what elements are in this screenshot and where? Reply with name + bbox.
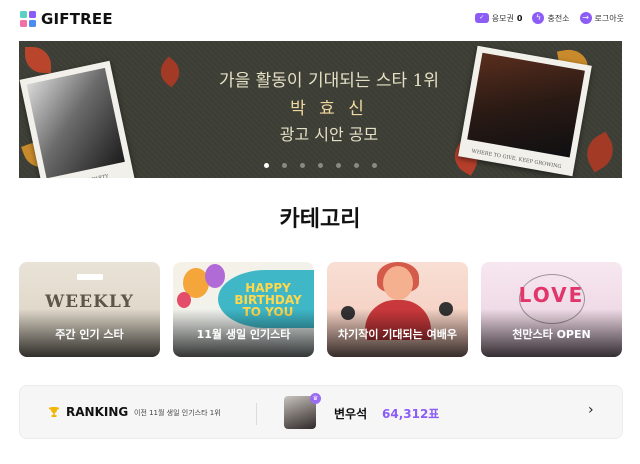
card-label: 차기작이 기대되는 여배우 bbox=[338, 328, 457, 341]
lightning-icon: ϟ bbox=[532, 12, 545, 24]
category-cards: WEEKLY 주간 인기 스타 HAPPY BIRTHDAY TO YOU 11… bbox=[19, 262, 623, 357]
category-card-actress[interactable]: 차기작이 기대되는 여배우 bbox=[327, 262, 468, 357]
logout-link[interactable]: → 로그아웃 bbox=[579, 12, 624, 24]
carousel-dot[interactable] bbox=[354, 163, 359, 168]
chevron-right-icon[interactable]: › bbox=[588, 402, 594, 418]
ranking-star-name: 변우석 bbox=[334, 407, 368, 421]
card-label: 11월 생일 인기스타 bbox=[196, 328, 291, 341]
ranking-bar[interactable]: RANKING 이전 11월 생일 인기스타 1위 ♛ 변우석 64,312표 … bbox=[19, 385, 623, 439]
top-header: GIFTREE ✓ 응모권 0 ϟ 충전소 → 로그아웃 bbox=[0, 0, 640, 40]
actress-face bbox=[383, 266, 413, 300]
giftree-logo[interactable]: GIFTREE bbox=[19, 10, 113, 28]
banner-headline: 가을 활동이 기대되는 스타 1위 bbox=[218, 71, 440, 91]
divider bbox=[256, 403, 257, 425]
ticket-label: 응모권 bbox=[491, 13, 514, 23]
category-card-love[interactable]: LOVE 천만스타 OPEN bbox=[481, 262, 622, 357]
giftree-logo-icon bbox=[20, 11, 36, 27]
ranking-title: RANKING bbox=[66, 405, 129, 419]
star-photo bbox=[26, 67, 125, 178]
carousel-dot[interactable] bbox=[282, 163, 287, 168]
carousel-dot[interactable] bbox=[264, 163, 269, 168]
ticket-link[interactable]: ✓ 응모권 0 bbox=[474, 13, 523, 24]
balloon-icon bbox=[177, 292, 191, 308]
trophy-icon bbox=[49, 407, 59, 417]
carousel-dot[interactable] bbox=[372, 163, 377, 168]
charge-link[interactable]: ϟ 충전소 bbox=[532, 12, 570, 24]
card-label: 주간 인기 스타 bbox=[55, 328, 124, 341]
ticket-icon: ✓ bbox=[474, 13, 489, 23]
banner-subtitle: 광고 시안 공모 bbox=[279, 125, 379, 144]
logo-text: GIFTREE bbox=[41, 10, 113, 28]
category-card-weekly[interactable]: WEEKLY 주간 인기 스타 bbox=[19, 262, 160, 357]
user-links: ✓ 응모권 0 ϟ 충전소 → 로그아웃 bbox=[474, 12, 624, 24]
ticket-count: 0 bbox=[516, 13, 523, 23]
balloon-icon bbox=[205, 264, 225, 288]
banner-star-name: 박 효 신 bbox=[290, 99, 368, 119]
card-label: 천만스타 OPEN bbox=[512, 328, 591, 341]
logout-arrow-icon: → bbox=[579, 12, 592, 24]
carousel-dot[interactable] bbox=[300, 163, 305, 168]
logout-label: 로그아웃 bbox=[594, 13, 624, 23]
ranking-vote-count: 64,312표 bbox=[382, 407, 440, 421]
love-art-text: LOVE bbox=[518, 283, 585, 307]
crown-icon: ♛ bbox=[310, 393, 321, 404]
category-title: 카테고리 bbox=[279, 207, 361, 232]
carousel-dots bbox=[19, 163, 622, 168]
category-card-birthday[interactable]: HAPPY BIRTHDAY TO YOU 11월 생일 인기스타 bbox=[173, 262, 314, 357]
gift-tag bbox=[77, 274, 103, 280]
carousel-dot[interactable] bbox=[318, 163, 323, 168]
ranking-subtitle: 이전 11월 생일 인기스타 1위 bbox=[134, 409, 221, 417]
charge-label: 충전소 bbox=[547, 13, 570, 23]
promo-banner[interactable]: DREAMY PARTY WHERE TO GIVE, KEEP GROWING… bbox=[19, 41, 622, 178]
carousel-dot[interactable] bbox=[336, 163, 341, 168]
